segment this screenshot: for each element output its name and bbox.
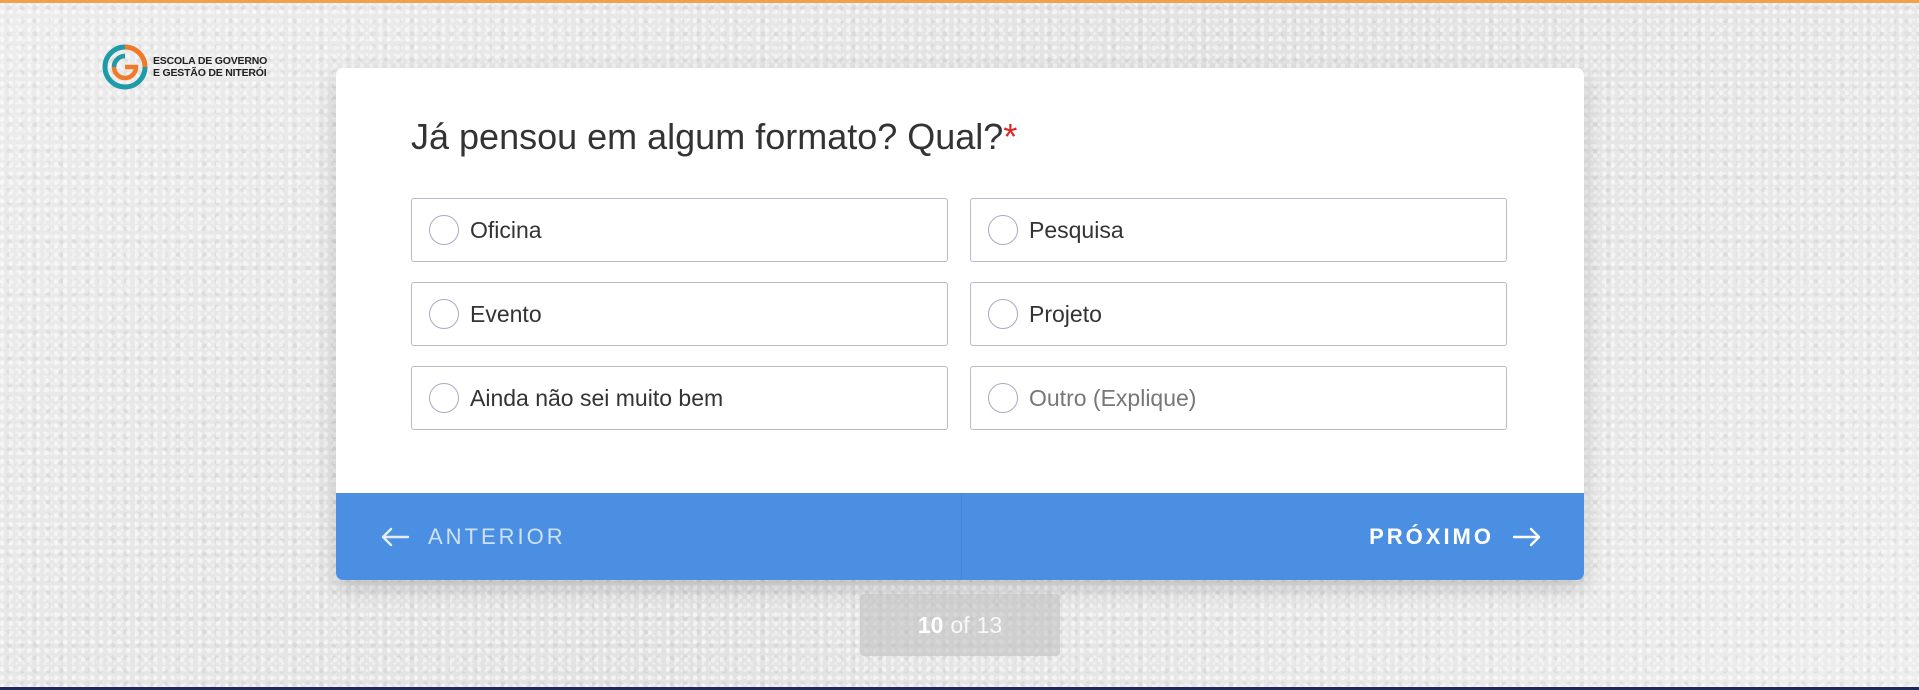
option-evento[interactable]: Evento [411,282,948,346]
school-logo-text: ESCOLA DE GOVERNO E GESTÃO DE NITERÓI [153,55,267,79]
option-ainda-nao-sei[interactable]: Ainda não sei muito bem [411,366,948,430]
radio-button[interactable] [988,299,1018,329]
option-label: Pesquisa [1029,216,1124,243]
question-title: Já pensou em algum formato? Qual?* [411,116,1017,158]
page-counter: 10 of 13 [860,594,1060,656]
option-label: Outro (Explique) [1029,384,1197,411]
previous-button-label: ANTERIOR [428,523,566,549]
question-text: Já pensou em algum formato? Qual? [411,116,1004,157]
next-button-label: PRÓXIMO [1369,523,1494,549]
question-card: Já pensou em algum formato? Qual?* Ofici… [336,68,1584,580]
school-logo-icon [102,44,148,90]
top-accent-stripe [0,0,1919,3]
arrow-right-icon [1512,527,1541,546]
option-label: Projeto [1029,300,1102,327]
arrow-left-icon [381,527,410,546]
options-grid: Oficina Pesquisa Evento Projeto Ainda nã… [411,198,1507,430]
previous-button[interactable]: ANTERIOR [336,493,962,580]
radio-button[interactable] [988,383,1018,413]
radio-button[interactable] [429,299,459,329]
logo-line-2: E GESTÃO DE NITERÓI [153,67,267,79]
radio-button[interactable] [429,383,459,413]
radio-button[interactable] [988,215,1018,245]
option-label: Oficina [470,216,542,243]
option-outro[interactable]: Outro (Explique) [970,366,1507,430]
school-logo: ESCOLA DE GOVERNO E GESTÃO DE NITERÓI [101,43,267,91]
total-pages: 13 [976,611,1003,638]
page-separator: of [950,611,970,638]
next-button[interactable]: PRÓXIMO [962,493,1585,580]
option-pesquisa[interactable]: Pesquisa [970,198,1507,262]
navigation-bar: ANTERIOR PRÓXIMO [336,493,1584,580]
option-projeto[interactable]: Projeto [970,282,1507,346]
option-label: Ainda não sei muito bem [470,384,724,411]
required-asterisk: * [1003,116,1018,157]
option-label: Evento [470,300,542,327]
option-oficina[interactable]: Oficina [411,198,948,262]
radio-button[interactable] [429,215,459,245]
current-page: 10 [917,611,944,638]
logo-line-1: ESCOLA DE GOVERNO [153,55,268,67]
